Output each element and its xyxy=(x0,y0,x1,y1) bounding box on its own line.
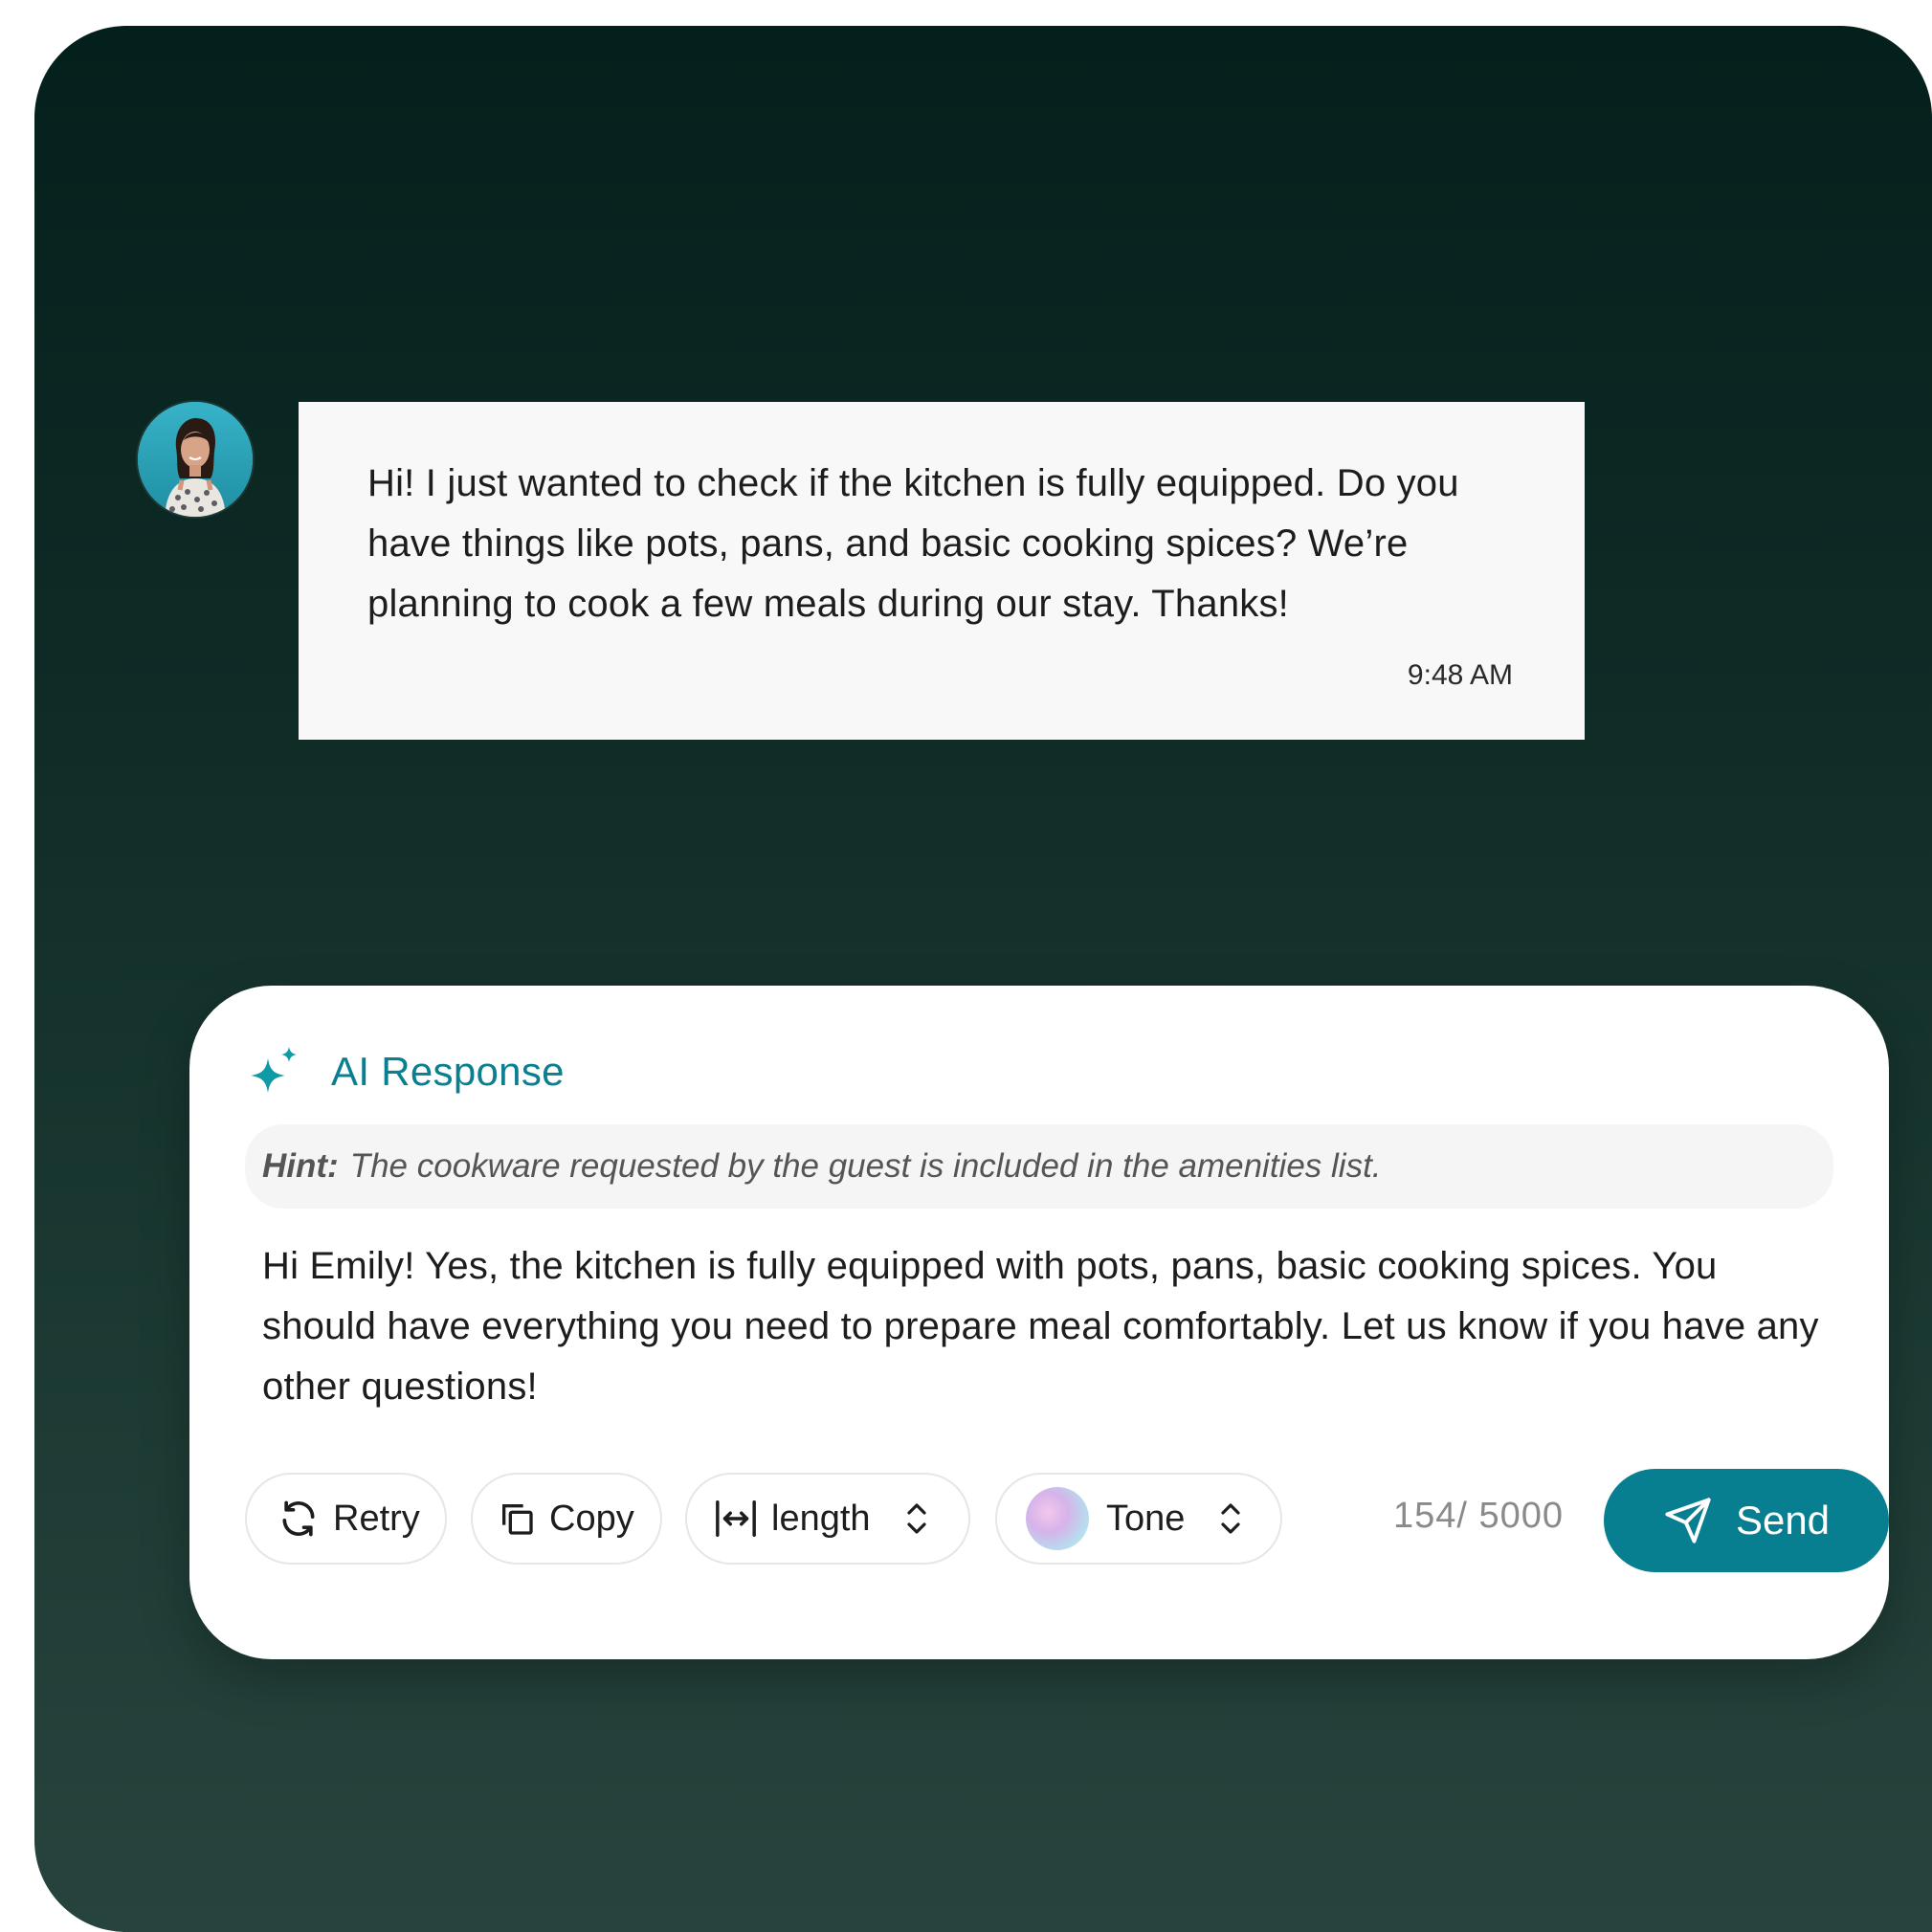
copy-button[interactable]: Copy xyxy=(471,1473,662,1565)
sparkle-icon xyxy=(251,1047,297,1093)
tone-label: Tone xyxy=(1106,1498,1186,1539)
ai-response-title: AI Response xyxy=(331,1049,565,1094)
length-selector[interactable]: length xyxy=(685,1473,970,1565)
tone-selector[interactable]: Tone xyxy=(995,1473,1282,1565)
ai-response-text[interactable]: Hi Emily! Yes, the kitchen is fully equi… xyxy=(262,1236,1832,1417)
length-label: length xyxy=(771,1498,871,1539)
send-label: Send xyxy=(1735,1498,1831,1543)
copy-icon xyxy=(502,1504,533,1535)
response-toolbar: Retry Copy length Tone 154/ 5000 Send xyxy=(245,1469,1889,1572)
hint-text: The cookware requested by the guest is i… xyxy=(349,1147,1382,1185)
ai-response-card: AI Response Hint: The cookware requested… xyxy=(189,986,1889,1659)
message-timestamp: 9:48 AM xyxy=(1407,659,1513,691)
retry-label: Retry xyxy=(333,1498,420,1539)
chevron-updown-icon xyxy=(1221,1503,1241,1534)
chevron-updown-icon xyxy=(906,1503,926,1534)
copy-label: Copy xyxy=(549,1498,634,1539)
refresh-icon xyxy=(282,1500,315,1537)
tone-orb xyxy=(1026,1487,1089,1550)
character-counter: 154/ 5000 xyxy=(1393,1496,1565,1536)
hint-label: Hint: xyxy=(262,1147,339,1185)
retry-button[interactable]: Retry xyxy=(245,1473,447,1565)
guest-message-bubble: Hi! I just wanted to check if the kitche… xyxy=(299,402,1585,740)
hint-box: Hint: The cookware requested by the gues… xyxy=(245,1124,1833,1209)
ai-response-header: AI Response xyxy=(245,1043,565,1100)
guest-message-text: Hi! I just wanted to check if the kitche… xyxy=(367,462,1459,625)
avatar xyxy=(138,402,253,517)
width-arrows-icon xyxy=(716,1500,756,1537)
paper-plane-icon xyxy=(1665,1498,1711,1543)
app-frame: Hi! I just wanted to check if the kitche… xyxy=(34,26,1932,1932)
send-button[interactable]: Send xyxy=(1604,1469,1889,1572)
